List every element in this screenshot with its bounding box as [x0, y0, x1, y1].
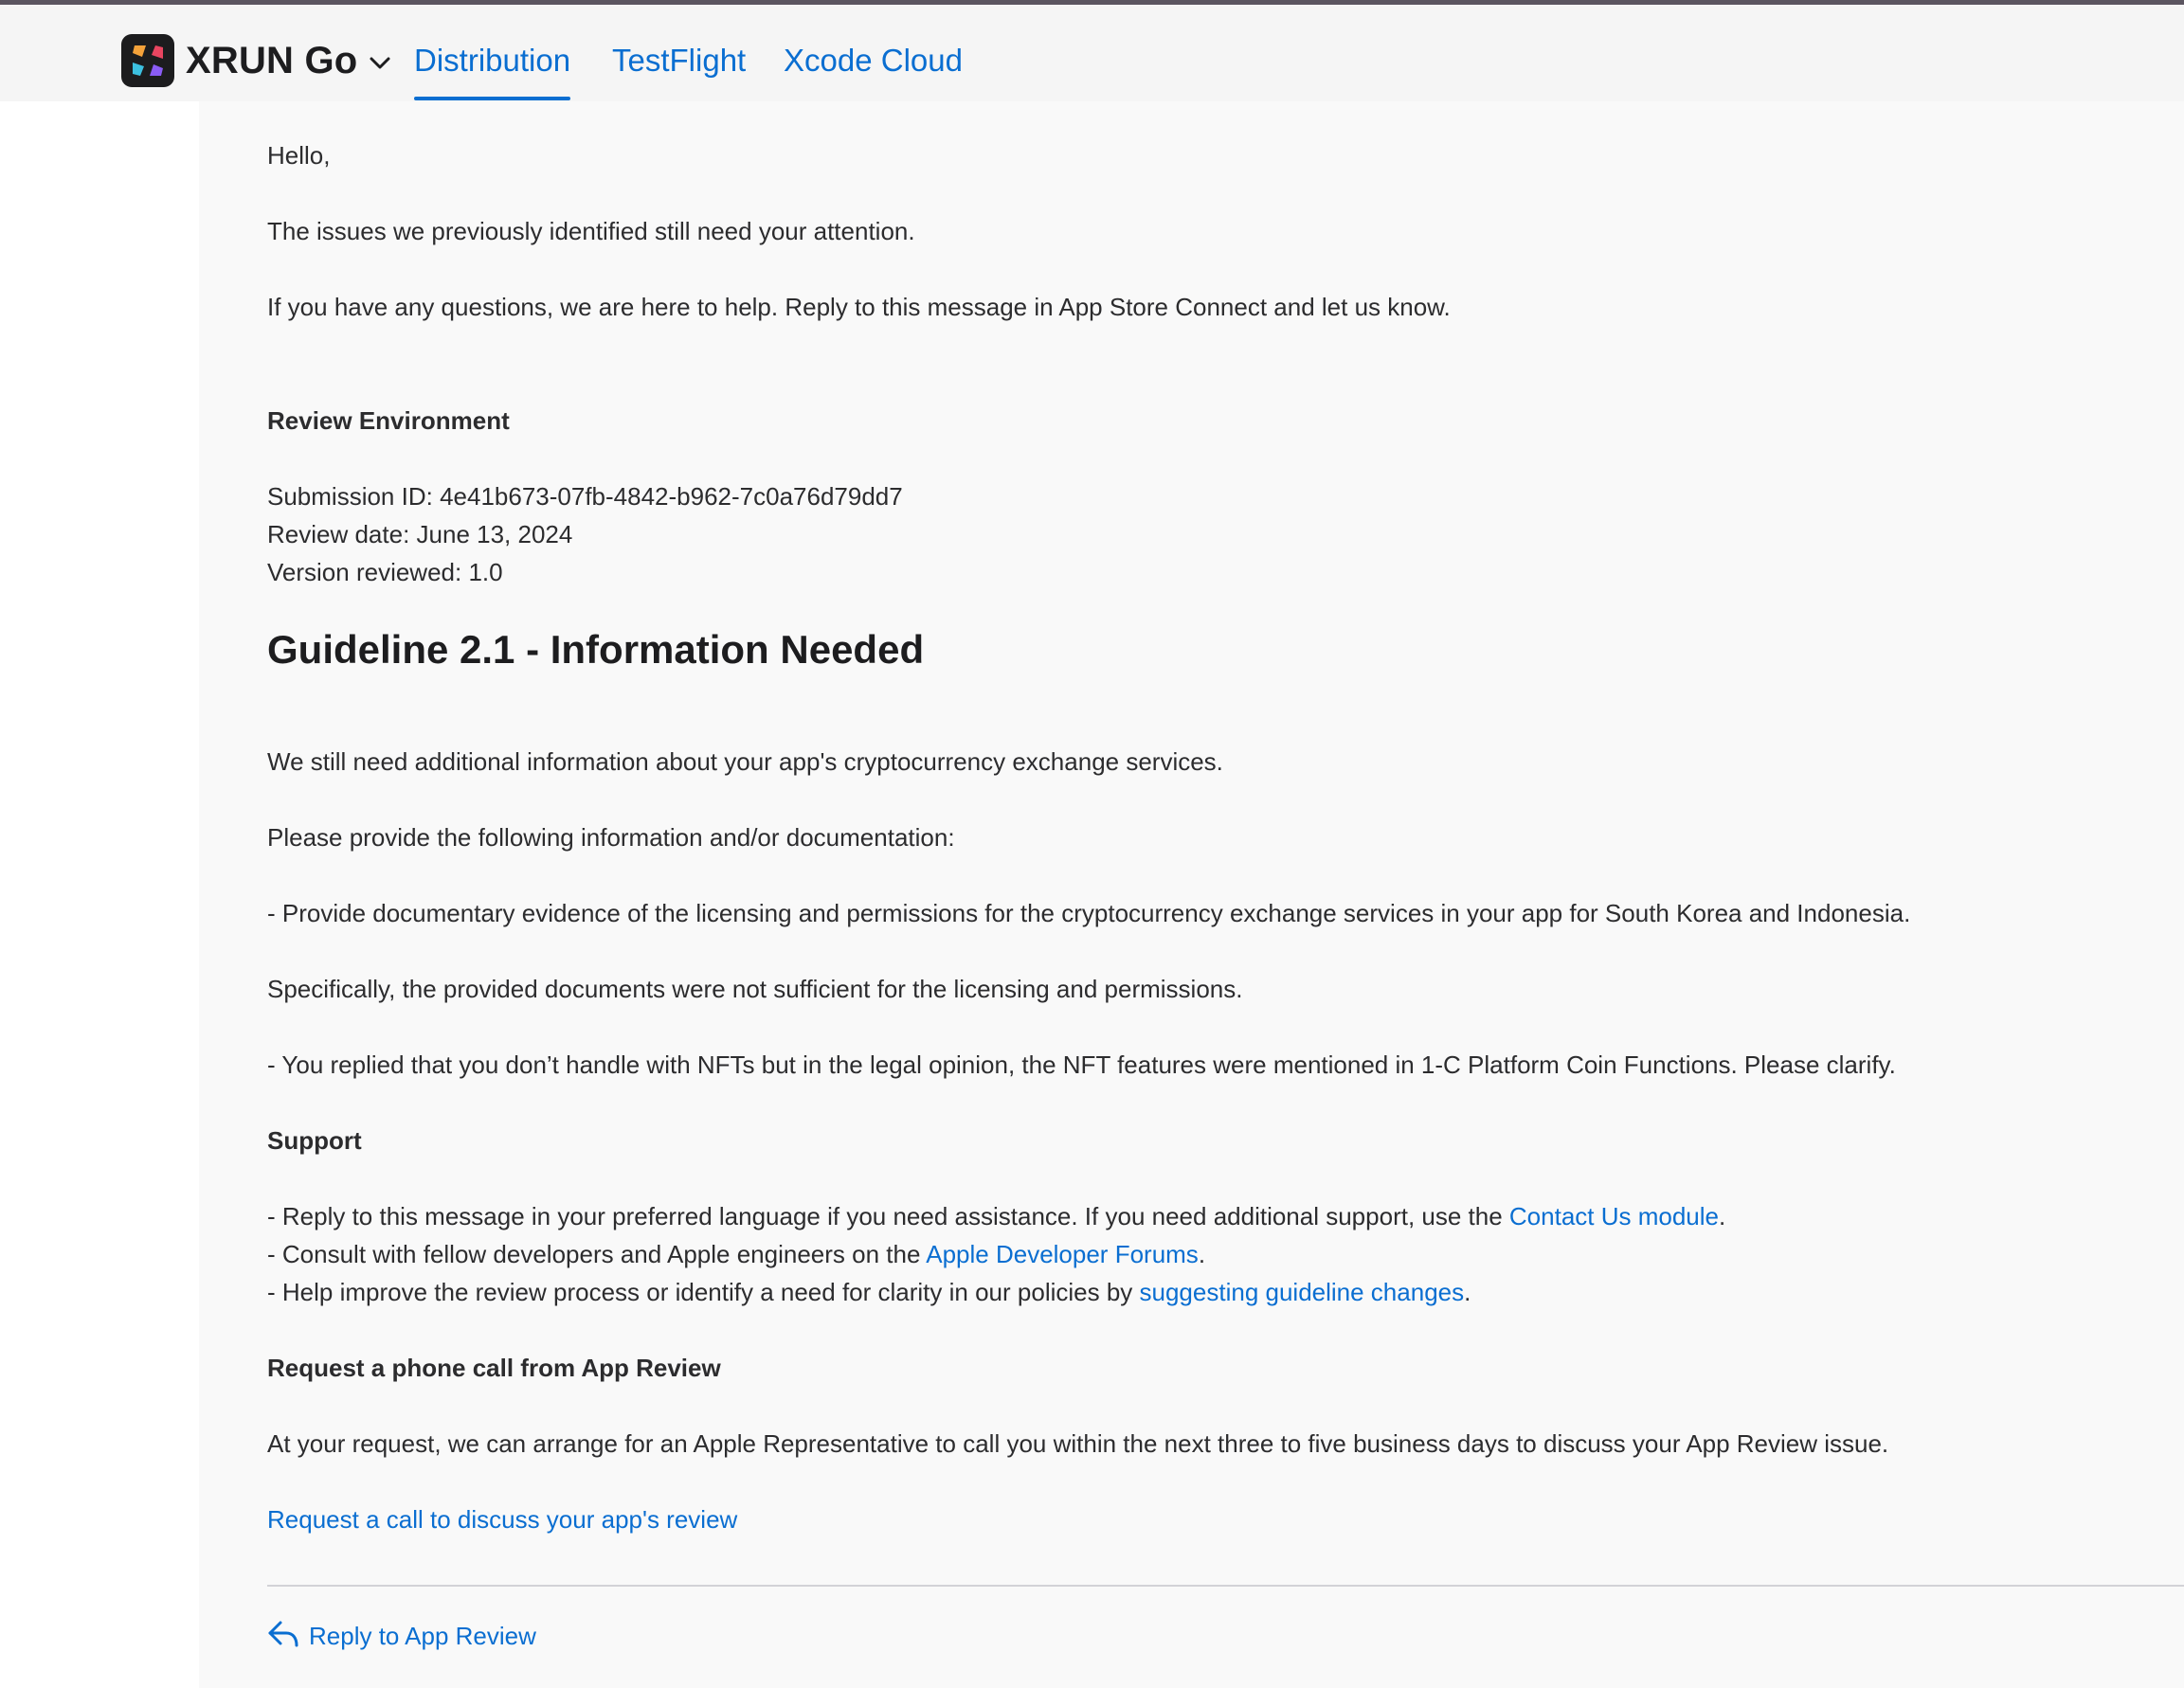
- support-item-forums-end: .: [1198, 1240, 1206, 1268]
- specifically-text: Specifically, the provided documents wer…: [267, 975, 1243, 1003]
- reply-arrow-icon: [267, 1619, 299, 1654]
- reply-button[interactable]: Reply to App Review: [267, 1619, 536, 1654]
- version-reviewed: Version reviewed: 1.0: [267, 558, 503, 586]
- intro-text: The issues we previously identified stil…: [267, 217, 915, 245]
- support-item-guidelines: - Help improve the review process or ide…: [267, 1278, 1471, 1307]
- nft-item: - You replied that you don’t handle with…: [267, 1051, 1896, 1079]
- review-date: Review date: June 13, 2024: [267, 520, 573, 548]
- support-item-contact: - Reply to this message in your preferre…: [267, 1202, 1725, 1231]
- please-provide-text: Please provide the following information…: [267, 823, 955, 852]
- developer-forums-link[interactable]: Apple Developer Forums: [926, 1240, 1199, 1268]
- request-call-link[interactable]: Request a call to discuss your app's rev…: [267, 1505, 737, 1534]
- reply-label: Reply to App Review: [309, 1622, 536, 1650]
- greeting: Hello,: [267, 141, 331, 170]
- tab-testflight[interactable]: TestFlight: [612, 43, 746, 79]
- still-need-text: We still need additional information abo…: [267, 747, 1223, 776]
- help-text: If you have any questions, we are here t…: [267, 293, 1451, 321]
- support-item-guidelines-end: .: [1464, 1278, 1471, 1306]
- support-item-guidelines-text: - Help improve the review process or ide…: [267, 1278, 1140, 1306]
- divider: [267, 1585, 2184, 1587]
- tab-xcode-cloud[interactable]: Xcode Cloud: [784, 43, 963, 79]
- tab-distribution[interactable]: Distribution: [414, 43, 571, 100]
- support-item-contact-text: - Reply to this message in your preferre…: [267, 1202, 1509, 1230]
- review-environment-heading: Review Environment: [267, 406, 510, 435]
- top-navigation-bar: XRUN Go Distribution TestFlight Xcode Cl…: [0, 5, 2184, 101]
- request-call-row: Request a call to discuss your app's rev…: [267, 1505, 737, 1535]
- app-switcher[interactable]: XRUN Go: [121, 32, 391, 89]
- support-item-forums: - Consult with fellow developers and App…: [267, 1240, 1205, 1269]
- review-message-panel: Hello, The issues we previously identifi…: [199, 101, 2184, 1688]
- support-item-forums-text: - Consult with fellow developers and App…: [267, 1240, 927, 1268]
- licensing-item: - Provide documentary evidence of the li…: [267, 899, 1911, 927]
- guideline-heading: Guideline 2.1 - Information Needed: [267, 627, 925, 672]
- app-name: XRUN Go: [186, 39, 358, 81]
- support-item-contact-end: .: [1719, 1202, 1726, 1230]
- phone-call-text: At your request, we can arrange for an A…: [267, 1429, 1889, 1458]
- xrun-app-icon: [121, 34, 174, 87]
- chevron-down-icon: [369, 56, 391, 71]
- guideline-changes-link[interactable]: suggesting guideline changes: [1140, 1278, 1465, 1306]
- support-heading: Support: [267, 1126, 362, 1155]
- submission-id: Submission ID: 4e41b673-07fb-4842-b962-7…: [267, 482, 903, 511]
- phone-call-heading: Request a phone call from App Review: [267, 1354, 721, 1382]
- contact-us-link[interactable]: Contact Us module: [1509, 1202, 1719, 1230]
